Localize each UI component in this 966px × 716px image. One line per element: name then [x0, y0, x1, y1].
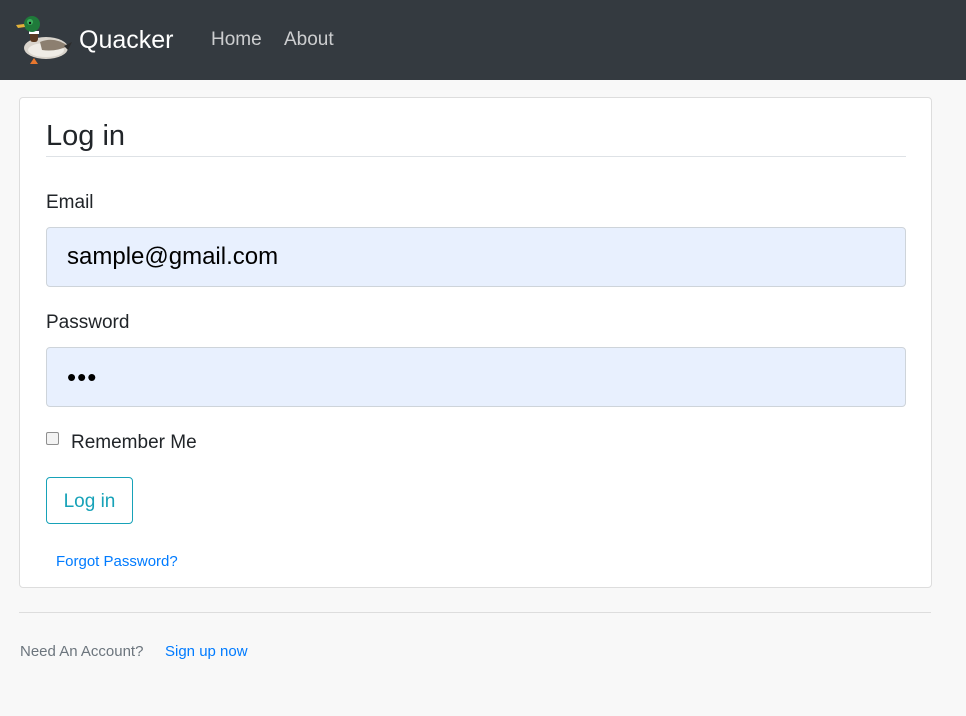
page-title: Log in: [46, 120, 126, 152]
sign-up-link[interactable]: Sign up now: [165, 642, 248, 662]
remember-me-label[interactable]: Remember Me: [71, 430, 197, 456]
login-card: Log in Email Password Remember Me Log in…: [19, 97, 932, 588]
nav-link-about[interactable]: About: [284, 27, 334, 53]
email-label: Email: [46, 192, 94, 213]
title-divider: [46, 156, 906, 157]
duck-logo-icon[interactable]: [16, 12, 72, 66]
email-field[interactable]: [46, 227, 906, 287]
remember-me-checkbox[interactable]: [46, 432, 59, 445]
login-button[interactable]: Log in: [46, 477, 133, 524]
navbar: Quacker Home About: [0, 0, 966, 80]
brand-name[interactable]: Quacker: [79, 24, 173, 56]
footer-divider: [19, 612, 931, 613]
password-field[interactable]: [46, 347, 906, 407]
forgot-password-link[interactable]: Forgot Password?: [56, 552, 178, 572]
need-account-text: Need An Account?: [20, 643, 144, 660]
password-label: Password: [46, 312, 130, 333]
nav-link-home[interactable]: Home: [211, 27, 262, 53]
